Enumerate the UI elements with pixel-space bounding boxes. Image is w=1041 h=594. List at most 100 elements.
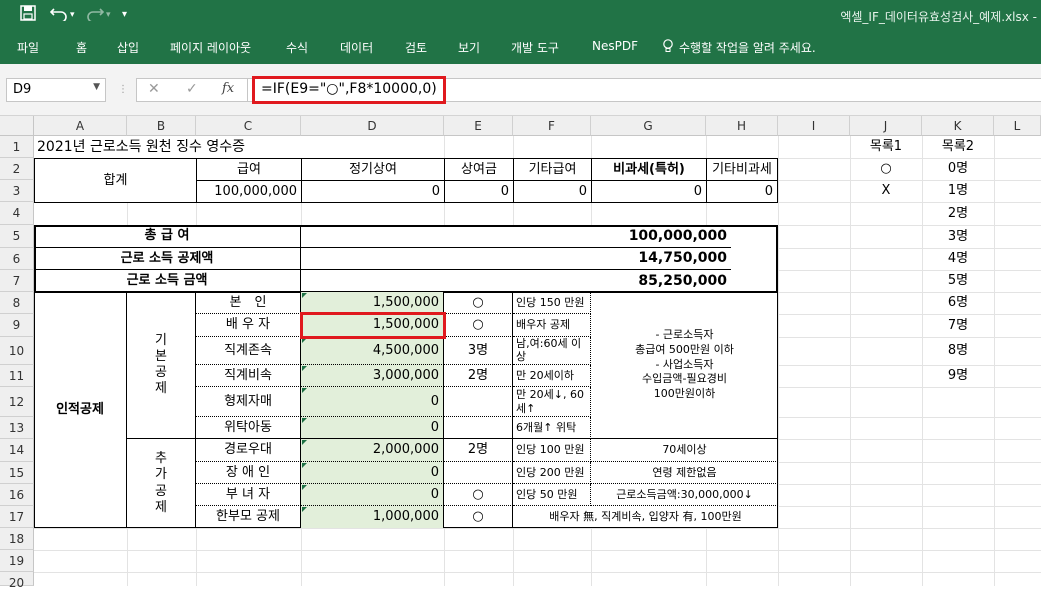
other-pay-total-cell[interactable]: 0 <box>513 180 592 203</box>
tab-home[interactable]: 홈 <box>76 39 87 56</box>
header-other-pay-cell[interactable]: 기타급여 <box>513 158 592 181</box>
selected-cell-d9[interactable] <box>300 312 446 339</box>
item-sibling-label[interactable]: 형제자매 <box>196 387 301 417</box>
list2-item[interactable]: 9명 <box>922 365 994 387</box>
tab-insert[interactable]: 삽입 <box>117 39 139 56</box>
total-salary-label[interactable]: 총 급 여 <box>34 225 301 248</box>
item-ascendant-count[interactable]: 3명 <box>444 337 513 365</box>
list2-item[interactable]: 0명 <box>922 158 994 180</box>
row-header-15[interactable]: 15 <box>0 462 34 484</box>
earned-income-deduction-value[interactable]: 14,750,000 <box>301 248 731 270</box>
item-disabled-condition[interactable]: 연령 제한없음 <box>591 462 778 484</box>
row-header-19[interactable]: 19 <box>0 550 34 572</box>
column-header-d[interactable]: D <box>301 116 444 136</box>
redo-dropdown-icon[interactable]: ▾ <box>106 10 111 20</box>
select-all-corner[interactable] <box>0 116 34 136</box>
item-ascendant-label[interactable]: 직계존속 <box>196 337 301 365</box>
header-bonus-cell[interactable]: 상여금 <box>444 158 514 181</box>
item-sibling-count[interactable] <box>444 387 513 417</box>
item-spouse-count[interactable]: ○ <box>444 314 513 337</box>
row-header-18[interactable]: 18 <box>0 528 34 550</box>
other-nontax-total-cell[interactable]: 0 <box>706 180 778 203</box>
tab-developer[interactable]: 개발 도구 <box>511 39 559 56</box>
item-descendant-note[interactable]: 만 20세이하 <box>513 365 591 387</box>
row-header-7[interactable]: 7 <box>0 270 34 292</box>
item-foster-label[interactable]: 위탁아동 <box>196 417 301 439</box>
row-header-6[interactable]: 6 <box>0 248 34 270</box>
row-header-12[interactable]: 12 <box>0 387 34 417</box>
bonus-total-cell[interactable]: 0 <box>444 180 514 203</box>
header-regular-bonus-cell[interactable]: 정기상여 <box>301 158 445 181</box>
cancel-icon[interactable]: ✕ <box>148 81 160 97</box>
nontax-total-cell[interactable]: 0 <box>591 180 707 203</box>
customize-toolbar-icon[interactable]: ▾ <box>122 9 127 20</box>
list2-item[interactable]: 1명 <box>922 180 994 202</box>
sheet-title-cell[interactable]: 2021년 근로소득 원천 징수 영수증 <box>34 136 434 158</box>
total-label-cell[interactable]: 합계 <box>34 158 197 203</box>
basic-deduction-label[interactable]: 기 본 공 제 <box>127 292 196 439</box>
column-header-b[interactable]: B <box>127 116 196 136</box>
tab-page-layout[interactable]: 페이지 레이아웃 <box>170 39 251 56</box>
save-icon[interactable] <box>20 5 36 25</box>
row-header-20[interactable]: 20 <box>0 572 34 590</box>
row-header-14[interactable]: 14 <box>0 439 34 462</box>
row-header-11[interactable]: 11 <box>0 365 34 387</box>
formula-input[interactable]: =IF(E9="○",F8*10000,0) <box>252 76 446 104</box>
header-salary-cell[interactable]: 급여 <box>196 158 302 181</box>
item-woman-note[interactable]: 인당 50 만원 <box>513 484 591 506</box>
item-spouse-label[interactable]: 배 우 자 <box>196 314 301 337</box>
item-senior-note[interactable]: 인당 100 만원 <box>513 439 591 462</box>
undo-icon[interactable] <box>49 5 68 25</box>
row-header-8[interactable]: 8 <box>0 292 34 314</box>
column-header-k[interactable]: K <box>922 116 994 136</box>
row-header-3[interactable]: 3 <box>0 180 34 202</box>
list2-item[interactable]: 5명 <box>922 270 994 292</box>
total-salary-value[interactable]: 100,000,000 <box>301 225 731 248</box>
list2-item[interactable]: 2명 <box>922 202 994 225</box>
list1-item[interactable]: X <box>850 180 922 202</box>
item-sibling-note[interactable]: 만 20세↓, 60세↑ <box>513 387 591 417</box>
enter-icon[interactable]: ✓ <box>186 81 198 97</box>
item-spouse-note[interactable]: 배우자 공제 <box>513 314 591 337</box>
item-disabled-note[interactable]: 인당 200 만원 <box>513 462 591 484</box>
row-header-9[interactable]: 9 <box>0 314 34 337</box>
list2-item[interactable]: 7명 <box>922 314 994 337</box>
column-header-a[interactable]: A <box>34 116 127 136</box>
item-disabled-amount[interactable]: 0 <box>301 462 444 484</box>
item-single-parent-condition[interactable]: 배우자 無, 직계비속, 입양자 有, 100만원 <box>513 506 778 528</box>
list1-header[interactable]: 목록1 <box>850 136 922 158</box>
column-header-e[interactable]: E <box>444 116 513 136</box>
list1-item[interactable]: ○ <box>850 158 922 180</box>
undo-dropdown-icon[interactable]: ▾ <box>70 10 75 20</box>
tab-data[interactable]: 데이터 <box>340 39 373 56</box>
additional-deduction-label[interactable]: 추 가 공 제 <box>127 439 196 528</box>
salary-total-cell[interactable]: 100,000,000 <box>196 180 302 203</box>
header-other-nontax-cell[interactable]: 기타비과세 <box>706 158 778 181</box>
item-ascendant-amount[interactable]: 4,500,000 <box>301 337 444 365</box>
row-header-17[interactable]: 17 <box>0 506 34 528</box>
row-header-1[interactable]: 1 <box>0 136 34 158</box>
tab-view[interactable]: 보기 <box>458 39 480 56</box>
list2-item[interactable]: 8명 <box>922 337 994 365</box>
item-self-note[interactable]: 인당 150 만원 <box>513 292 591 314</box>
column-header-i[interactable]: I <box>778 116 850 136</box>
item-ascendant-note[interactable]: 남,여:60세 이상 <box>513 337 591 365</box>
chevron-down-icon[interactable]: ▼ <box>93 82 100 92</box>
column-header-g[interactable]: G <box>591 116 706 136</box>
item-self-label[interactable]: 본 인 <box>196 292 301 314</box>
row-header-16[interactable]: 16 <box>0 484 34 506</box>
redo-icon[interactable] <box>86 5 105 25</box>
column-header-f[interactable]: F <box>513 116 591 136</box>
name-box[interactable]: D9 ▼ <box>6 78 106 102</box>
header-nontax-cell[interactable]: 비과세(특허) <box>591 158 707 181</box>
column-header-c[interactable]: C <box>196 116 301 136</box>
list2-item[interactable]: 4명 <box>922 248 994 270</box>
insert-function-icon[interactable]: fx <box>222 81 234 96</box>
item-self-count[interactable]: ○ <box>444 292 513 314</box>
earned-income-value[interactable]: 85,250,000 <box>301 270 731 292</box>
tab-review[interactable]: 검토 <box>405 39 427 56</box>
item-senior-amount[interactable]: 2,000,000 <box>301 439 444 462</box>
item-descendant-count[interactable]: 2명 <box>444 365 513 387</box>
item-woman-condition[interactable]: 근로소득금액:30,000,000↓ <box>591 484 778 506</box>
item-senior-condition[interactable]: 70세이상 <box>591 439 778 462</box>
